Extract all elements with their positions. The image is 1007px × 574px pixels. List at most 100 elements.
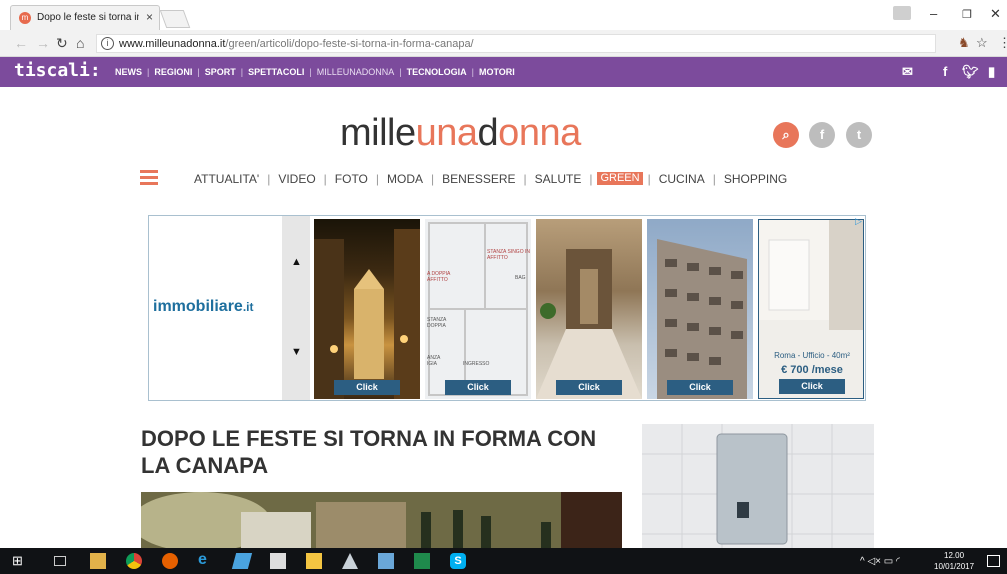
task-view-icon[interactable] bbox=[54, 556, 66, 566]
tiscali-nav: NEWS | REGIONI | SPORT | SPETTACOLI | MILLEU… bbox=[110, 67, 520, 77]
click-button[interactable]: Click bbox=[556, 380, 622, 395]
nav-green[interactable]: GREEN bbox=[597, 172, 643, 185]
extension-icon[interactable]: ♞ bbox=[958, 35, 970, 51]
site-favicon-icon: m bbox=[19, 12, 31, 24]
store-icon[interactable] bbox=[270, 553, 286, 569]
click-button[interactable]: Click bbox=[445, 380, 511, 395]
windows-taskbar: ⊞ e S ^ ◁× ▭ ◜ 12.00 10/01/2017 bbox=[0, 548, 1007, 574]
nav-attualita[interactable]: ATTUALITA' bbox=[186, 172, 267, 186]
tiscali-nav-spettacoli[interactable]: SPETTACOLI bbox=[243, 67, 309, 77]
click-button[interactable]: Click bbox=[334, 380, 400, 395]
water-heater-image bbox=[642, 424, 874, 548]
adchoices-icon[interactable]: ▷ bbox=[855, 216, 865, 226]
skype-icon[interactable]: S bbox=[450, 553, 466, 569]
app-icon[interactable] bbox=[231, 553, 253, 569]
night-square-image bbox=[314, 229, 420, 399]
twitter-icon[interactable]: 🐦︎ bbox=[962, 64, 979, 80]
chrome-icon[interactable] bbox=[126, 553, 142, 569]
nav-shopping[interactable]: SHOPPING bbox=[716, 172, 795, 186]
nav-video[interactable]: VIDEO bbox=[270, 172, 323, 186]
tiscali-nav-tecnologia[interactable]: TECNOLOGIA bbox=[402, 67, 472, 77]
logo-part: .it bbox=[242, 300, 254, 314]
tiscali-nav-sport[interactable]: SPORT bbox=[200, 67, 241, 77]
facebook-icon[interactable]: f bbox=[943, 64, 947, 79]
document-icon[interactable]: ▮ bbox=[988, 64, 995, 80]
ad-photo-night-square[interactable]: Click bbox=[314, 219, 420, 399]
new-tab-button[interactable] bbox=[159, 10, 191, 28]
edge-icon[interactable]: e bbox=[198, 551, 214, 568]
browser-tab[interactable]: m Dopo le feste si torna in × bbox=[10, 5, 160, 30]
click-button[interactable]: Click bbox=[667, 380, 733, 395]
ad-photo-building[interactable]: Click bbox=[647, 219, 753, 399]
plan-label: BAG bbox=[515, 275, 526, 281]
clock-time[interactable]: 12.00 bbox=[944, 551, 964, 560]
bookmark-star-icon[interactable]: ☆ bbox=[976, 35, 988, 51]
nav-moda[interactable]: MODA bbox=[379, 172, 431, 186]
tiscali-nav-motori[interactable]: MOTORI bbox=[474, 67, 520, 77]
article-headline: DOPO LE FESTE SI TORNA IN FORMA CON LA C… bbox=[141, 426, 597, 478]
logo-part: o bbox=[498, 112, 519, 154]
file-explorer-icon[interactable] bbox=[90, 553, 106, 569]
tiscali-bar: tiscali: NEWS | REGIONI | SPORT | SPETTACOL… bbox=[0, 57, 1007, 87]
arrow-down-icon[interactable]: ▼ bbox=[291, 346, 302, 358]
site-logo[interactable]: milleunadonna bbox=[340, 112, 581, 155]
nav-salute[interactable]: SALUTE bbox=[527, 172, 590, 186]
tiscali-nav-regioni[interactable]: REGIONI bbox=[149, 67, 197, 77]
url-text: www.milleunadonna.it/green/articoli/dopo… bbox=[119, 38, 474, 50]
logo-part: mille bbox=[340, 112, 416, 154]
ad-photo-office[interactable]: Roma - Ufficio - 40m² € 700 /mese Click bbox=[758, 219, 864, 399]
ad-place: Roma - Ufficio - 40m² bbox=[774, 351, 850, 360]
minimize-icon[interactable]: – bbox=[930, 6, 937, 21]
logo-part: nna bbox=[518, 112, 581, 154]
ad-photo-hallway[interactable]: Click bbox=[536, 219, 642, 399]
mail-app-icon[interactable] bbox=[306, 553, 322, 569]
article-hero-image bbox=[141, 492, 622, 548]
plan-label: A DOPPIA AFFITTO bbox=[427, 271, 451, 283]
notifications-icon[interactable] bbox=[987, 555, 1000, 567]
immobiliare-logo[interactable]: immobiliare.it bbox=[153, 298, 253, 316]
home-icon[interactable]: ⌂ bbox=[76, 35, 84, 51]
arrow-up-icon[interactable]: ▲ bbox=[291, 256, 302, 268]
tab-close-icon[interactable]: × bbox=[146, 10, 153, 24]
info-icon[interactable]: i bbox=[101, 37, 114, 50]
search-icon[interactable]: ⌕ bbox=[773, 122, 799, 148]
app-icon[interactable] bbox=[342, 553, 358, 569]
address-input[interactable]: i www.milleunadonna.it/green/articoli/do… bbox=[96, 34, 936, 53]
windows-start-icon[interactable]: ⊞ bbox=[12, 553, 28, 569]
profile-icon[interactable] bbox=[893, 6, 911, 20]
ad-photo-floorplan[interactable]: STANZA SINGO IN AFFITTO BAG A DOPPIA AFF… bbox=[425, 219, 531, 399]
tab-strip: m Dopo le feste si torna in × – ❐ ✕ bbox=[0, 0, 1007, 30]
facebook-round-icon[interactable]: f bbox=[809, 122, 835, 148]
logo-part: una bbox=[415, 112, 478, 154]
tiscali-logo[interactable]: tiscali: bbox=[14, 60, 101, 81]
hamburger-menu-icon[interactable] bbox=[140, 170, 158, 185]
clock-date[interactable]: 10/01/2017 bbox=[934, 562, 974, 571]
tiscali-nav-news[interactable]: NEWS bbox=[110, 67, 147, 77]
ad-banner[interactable]: immobiliare.it ▲ ▼ Click STANZA SINGO IN… bbox=[148, 215, 866, 401]
reload-icon[interactable]: ↻ bbox=[56, 35, 68, 52]
twitter-round-icon[interactable]: t bbox=[846, 122, 872, 148]
notepad-icon[interactable] bbox=[378, 553, 394, 569]
plan-label: STANZA DOPPIA bbox=[427, 317, 447, 329]
ad-price: € 700 /mese bbox=[781, 364, 843, 376]
tiscali-nav-milleunadonna[interactable]: MILLEUNADONNA bbox=[312, 67, 400, 77]
firefox-icon[interactable] bbox=[162, 553, 178, 569]
excel-icon[interactable] bbox=[414, 553, 430, 569]
restore-icon[interactable]: ❐ bbox=[962, 8, 972, 21]
mail-icon[interactable]: ✉ bbox=[902, 64, 913, 80]
food-market-image bbox=[141, 492, 622, 548]
menu-dots-icon[interactable]: ⋮ bbox=[998, 35, 1007, 51]
hallway-image bbox=[536, 249, 642, 399]
nav-benessere[interactable]: BENESSERE bbox=[434, 172, 523, 186]
floorplan-image bbox=[428, 222, 528, 396]
sidebar-ad-image[interactable] bbox=[642, 424, 874, 548]
click-button[interactable]: Click bbox=[779, 379, 845, 394]
nav-cucina[interactable]: CUCINA bbox=[651, 172, 713, 186]
logo-part: d bbox=[477, 112, 499, 154]
nav-foto[interactable]: FOTO bbox=[327, 172, 376, 186]
tray-icons[interactable]: ^ ◁× ▭ ◜ bbox=[860, 556, 900, 567]
close-window-icon[interactable]: ✕ bbox=[990, 6, 1001, 22]
url-host: www.milleunadonna.it bbox=[119, 38, 226, 50]
forward-icon[interactable]: → bbox=[36, 35, 50, 51]
back-icon[interactable]: ← bbox=[14, 35, 28, 51]
